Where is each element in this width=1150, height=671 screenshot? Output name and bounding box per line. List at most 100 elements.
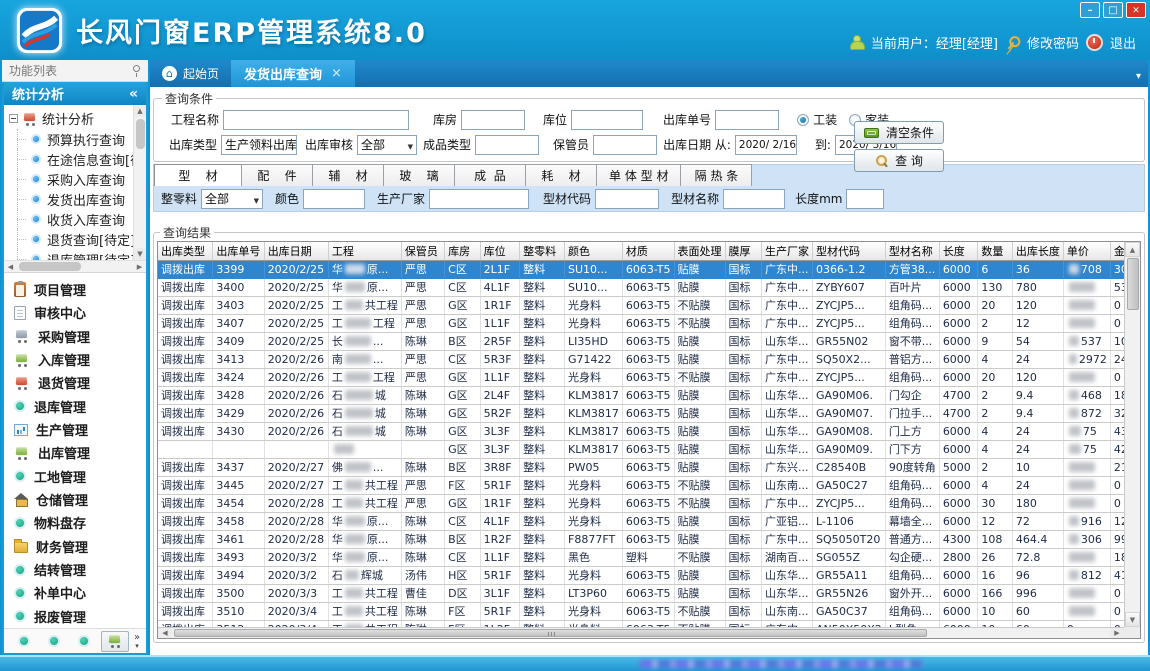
scroll-left-icon[interactable] bbox=[158, 628, 172, 638]
scroll-up-icon[interactable] bbox=[134, 105, 146, 117]
tree-item[interactable]: 在途信息查询[待定] bbox=[4, 149, 133, 169]
column-header[interactable]: 数量 bbox=[978, 242, 1013, 260]
sidebar-section-header[interactable]: 统计分析 bbox=[4, 82, 146, 105]
material-tab[interactable]: 耗 材 bbox=[525, 164, 597, 186]
column-header[interactable]: 出库单号 bbox=[213, 242, 264, 260]
material-tab[interactable]: 隔 热 条 bbox=[680, 164, 752, 186]
tab-list-caret-icon[interactable] bbox=[1136, 68, 1141, 82]
close-button[interactable] bbox=[1126, 2, 1146, 18]
date-from-select[interactable]: 2020/ 2/16 bbox=[735, 135, 797, 155]
tree-expander-icon[interactable] bbox=[9, 114, 18, 123]
table-row[interactable]: 调拨出库34302020/2/26石城陈琳G区3L3F整料KLM38176063… bbox=[158, 422, 1140, 440]
table-row[interactable]: 调拨出库33992020/2/25华原...严思C区2L1F整料SU10...6… bbox=[158, 260, 1140, 278]
tree-root-item[interactable]: 统计分析 bbox=[4, 108, 133, 129]
table-row[interactable]: 调拨出库34292020/2/26石城陈琳G区5R2F整料KLM38176063… bbox=[158, 404, 1140, 422]
column-header[interactable]: 库房 bbox=[445, 242, 480, 260]
column-header[interactable]: 保管员 bbox=[401, 242, 444, 260]
search-button[interactable]: 查 询 bbox=[854, 149, 944, 172]
scroll-left-icon[interactable] bbox=[4, 263, 17, 271]
clear-button[interactable]: 清空条件 bbox=[854, 121, 944, 144]
sidebar-group-item[interactable]: 仓储管理 bbox=[4, 488, 146, 511]
profile-code-input[interactable] bbox=[595, 189, 659, 209]
scroll-down-icon[interactable] bbox=[134, 248, 146, 260]
tree-hscrollbar[interactable] bbox=[4, 260, 146, 273]
table-row[interactable]: 调拨出库34032020/2/25工共工程严思G区1R1F整料光身料6063-T… bbox=[158, 296, 1140, 314]
tree-item[interactable]: 采购入库查询 bbox=[4, 169, 133, 189]
footer-cart-button[interactable] bbox=[101, 631, 129, 652]
keeper-input[interactable] bbox=[593, 135, 657, 155]
profile-name-input[interactable] bbox=[723, 189, 785, 209]
column-header[interactable]: 长度 bbox=[939, 242, 978, 260]
tree-item[interactable]: 收货入库查询 bbox=[4, 209, 133, 229]
logout-button[interactable]: 退出 bbox=[1110, 33, 1136, 52]
manufacturer-input[interactable] bbox=[429, 189, 529, 209]
footer-module-icon[interactable] bbox=[18, 635, 30, 647]
sidebar-group-item[interactable]: 入库管理 bbox=[4, 348, 146, 371]
material-tab[interactable]: 玻 璃 bbox=[383, 164, 455, 186]
product-type-input[interactable] bbox=[475, 135, 539, 155]
tree-vscrollbar[interactable] bbox=[133, 105, 146, 260]
sidebar-group-item[interactable]: 退货管理 bbox=[4, 371, 146, 394]
tree-item[interactable]: 发货出库查询 bbox=[4, 189, 133, 209]
maximize-button[interactable] bbox=[1103, 2, 1123, 18]
table-row[interactable]: 调拨出库34132020/2/26南...严思C区5R3F整料G71422606… bbox=[158, 350, 1140, 368]
sidebar-overflow-button[interactable] bbox=[134, 633, 140, 650]
column-header[interactable]: 出库长度 bbox=[1012, 242, 1063, 260]
column-header[interactable]: 出库日期 bbox=[264, 242, 328, 260]
sidebar-group-item[interactable]: 出库管理 bbox=[4, 441, 146, 464]
sidebar-group-item[interactable]: 结转管理 bbox=[4, 558, 146, 581]
tree-item[interactable]: 退货查询[待定] bbox=[4, 229, 133, 249]
sidebar-group-item[interactable]: 审核中心 bbox=[4, 301, 146, 324]
table-row[interactable]: 调拨出库34942020/3/2石辉城汤伟H区5R1F整料光身料6063-T5贴… bbox=[158, 566, 1140, 584]
column-header[interactable]: 材质 bbox=[622, 242, 674, 260]
scroll-up-icon[interactable] bbox=[1125, 242, 1140, 257]
column-header[interactable]: 工程 bbox=[328, 242, 401, 260]
table-row[interactable]: 调拨出库34242020/2/26工工程严思G区1L1F整料光身料6063-T5… bbox=[158, 368, 1140, 386]
sidebar-group-item[interactable]: 生产管理 bbox=[4, 418, 146, 441]
column-header[interactable]: 颜色 bbox=[565, 242, 623, 260]
material-tab[interactable]: 型 材 bbox=[154, 164, 242, 186]
grid-hscrollbar[interactable] bbox=[158, 627, 1124, 638]
sidebar-group-item[interactable]: 采购管理 bbox=[4, 325, 146, 348]
material-tab[interactable]: 配 件 bbox=[241, 164, 313, 186]
scroll-thumb[interactable] bbox=[174, 629, 927, 637]
audit-select[interactable]: 全部 bbox=[357, 135, 417, 155]
location-input[interactable] bbox=[571, 110, 643, 130]
column-header[interactable]: 单价 bbox=[1063, 242, 1110, 260]
table-row[interactable]: 调拨出库34582020/2/28华原...陈琳C区4L1F整料光身料6063-… bbox=[158, 512, 1140, 530]
table-row[interactable]: 调拨出库34282020/2/26石城陈琳G区2L4F整料KLM38176063… bbox=[158, 386, 1140, 404]
tab-close-icon[interactable] bbox=[331, 66, 342, 81]
table-row[interactable]: 调拨出库34932020/3/2华原...陈琳C区1L1F整料黑色塑料不贴膜国标… bbox=[158, 548, 1140, 566]
column-header[interactable]: 膜厚 bbox=[725, 242, 761, 260]
tree-item[interactable]: 预算执行查询 bbox=[4, 129, 133, 149]
color-input[interactable] bbox=[303, 189, 365, 209]
scroll-thumb[interactable] bbox=[136, 119, 145, 149]
table-row[interactable]: 调拨出库34372020/2/27佛...陈琳B区3R8F整料PW056063-… bbox=[158, 458, 1140, 476]
project-name-input[interactable] bbox=[223, 110, 409, 130]
order-no-input[interactable] bbox=[715, 110, 779, 130]
column-header[interactable]: 型材代码 bbox=[812, 242, 885, 260]
table-row[interactable]: 调拨出库35002020/3/3工共工程曹佳D区3L1F整料LT3P606063… bbox=[158, 584, 1140, 602]
column-header[interactable]: 型材名称 bbox=[885, 242, 939, 260]
sidebar-group-item[interactable]: 工地管理 bbox=[4, 465, 146, 488]
scroll-thumb[interactable] bbox=[19, 262, 81, 271]
column-header[interactable]: 库位 bbox=[480, 242, 520, 260]
minimize-button[interactable] bbox=[1080, 2, 1100, 18]
scroll-down-icon[interactable] bbox=[1125, 612, 1140, 627]
collapse-icon[interactable] bbox=[129, 86, 138, 102]
table-row[interactable]: 调拨出库34612020/2/28华原...陈琳B区1R2F整料F8877FT6… bbox=[158, 530, 1140, 548]
table-row[interactable]: 调拨出库34002020/2/25华原...严思C区4L1F整料SU10...6… bbox=[158, 278, 1140, 296]
sidebar-group-item[interactable]: 财务管理 bbox=[4, 535, 146, 558]
sidebar-group-item[interactable]: 退库管理 bbox=[4, 395, 146, 418]
table-row[interactable]: G区3L3F整料KLM38176063-T5贴膜国标山东华...GA90M09.… bbox=[158, 440, 1140, 458]
pin-icon[interactable] bbox=[131, 64, 141, 77]
table-row[interactable]: 调拨出库34452020/2/27工共工程严思F区5R1F整料光身料6063-T… bbox=[158, 476, 1140, 494]
radio-industrial[interactable] bbox=[797, 114, 809, 126]
material-tab[interactable]: 辅 材 bbox=[312, 164, 384, 186]
table-row[interactable]: 调拨出库34072020/2/25工工程严思G区1L1F整料光身料6063-T5… bbox=[158, 314, 1140, 332]
column-header[interactable]: 出库类型 bbox=[158, 242, 213, 260]
out-type-select[interactable]: 生产领料出库 bbox=[221, 135, 297, 155]
material-tab[interactable]: 成 品 bbox=[454, 164, 526, 186]
sidebar-group-item[interactable]: 物料盘存 bbox=[4, 511, 146, 534]
whole-select[interactable]: 全部 bbox=[201, 189, 263, 209]
